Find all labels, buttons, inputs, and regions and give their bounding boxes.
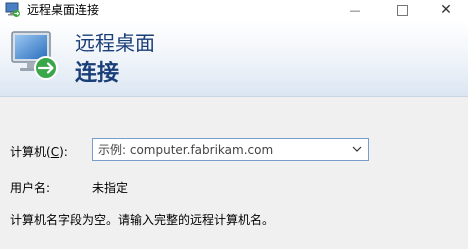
- username-value: 未指定: [92, 181, 129, 195]
- remote-desktop-monitor-icon: [11, 31, 58, 80]
- close-icon: ✕: [440, 2, 452, 18]
- title-bar: 远程桌面连接 — ✕: [0, 0, 468, 20]
- banner-title-line2: 连接: [75, 61, 120, 86]
- computer-label: 计算机(C):: [10, 144, 68, 160]
- banner-title-line1: 远程桌面: [75, 31, 155, 55]
- header-banner: 远程桌面 连接: [0, 20, 468, 97]
- computer-combobox[interactable]: 示例: computer.fabrikam.com: [92, 138, 369, 161]
- computer-label-accesskey: C: [50, 145, 60, 159]
- maximize-button[interactable]: [382, 0, 422, 20]
- computer-label-suffix: ):: [59, 145, 68, 159]
- chevron-down-icon[interactable]: [352, 144, 362, 154]
- window-title: 远程桌面连接: [27, 3, 100, 17]
- computer-input-placeholder[interactable]: 示例: computer.fabrikam.com: [98, 142, 273, 158]
- maximize-icon: [396, 4, 408, 16]
- username-label: 用户名:: [10, 181, 51, 195]
- computer-label-prefix: 计算机(: [10, 145, 51, 159]
- minimize-button[interactable]: —: [335, 0, 375, 20]
- close-button[interactable]: ✕: [426, 0, 466, 20]
- status-message: 计算机名字段为空。请输入完整的远程计算机名。: [10, 213, 275, 227]
- minimize-icon: —: [349, 3, 361, 17]
- remote-desktop-icon: [5, 2, 20, 17]
